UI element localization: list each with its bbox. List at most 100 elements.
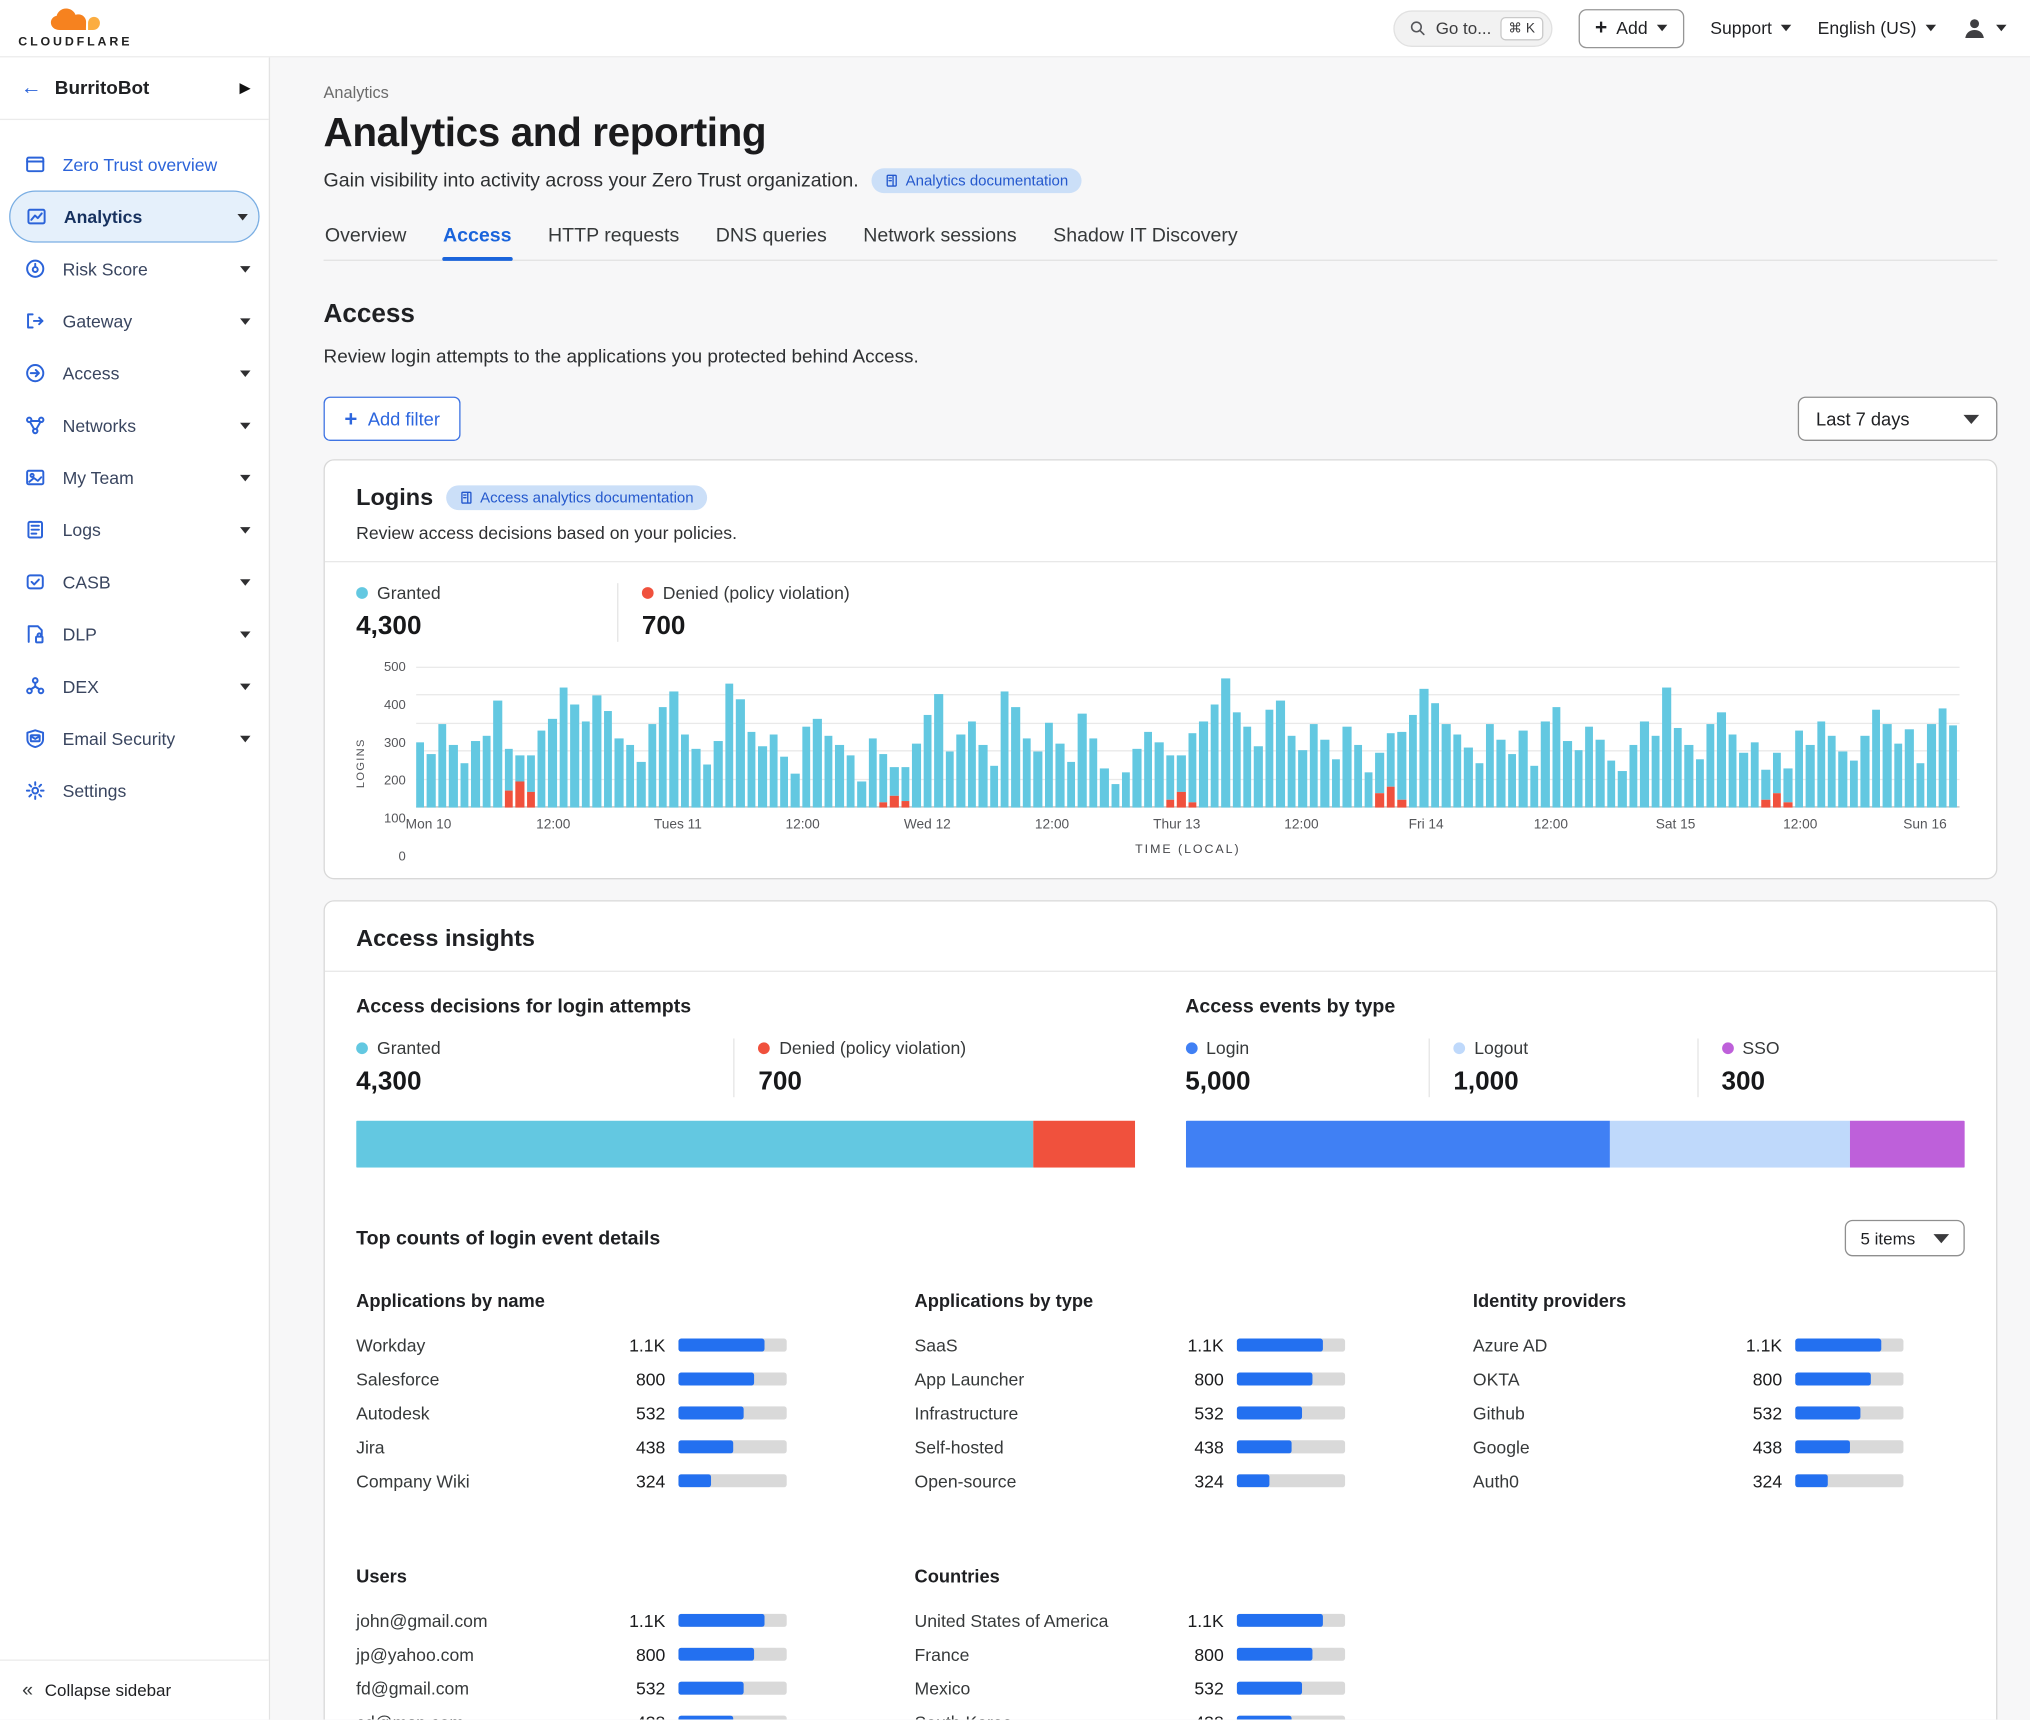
list-item[interactable]: cd@msn.com438 [356,1705,787,1719]
list-item[interactable]: France800 [915,1637,1346,1671]
language-menu[interactable]: English (US) [1818,18,1936,38]
login-bar [1354,668,1362,808]
granted-segment [1684,745,1692,808]
list-item[interactable]: Self-hosted438 [915,1430,1346,1464]
granted-segment [1519,731,1527,808]
tab-access[interactable]: Access [442,224,513,259]
list-item[interactable]: Github532 [1473,1396,1904,1430]
analytics-documentation-badge[interactable]: Analytics documentation [872,168,1082,193]
granted-segment [1618,771,1626,807]
tab-http-requests[interactable]: HTTP requests [547,224,681,259]
list-item[interactable]: Auth0324 [1473,1464,1904,1498]
sidebar-nav: Zero Trust overview AnalyticsRisk ScoreGa… [0,120,269,817]
login-bar [935,668,943,808]
granted-segment [957,735,965,808]
sidebar-item-analytics[interactable]: Analytics [9,190,259,242]
denied-segment [1188,802,1196,808]
document-icon [885,174,899,188]
breadcrumb[interactable]: Analytics [324,83,1998,101]
login-bar [1387,668,1395,808]
list-item[interactable]: South Korea438 [915,1705,1346,1719]
collapse-sidebar-button[interactable]: « Collapse sidebar [0,1659,269,1719]
list-item[interactable]: Google438 [1473,1430,1904,1464]
list-item[interactable]: United States of America1.1K [915,1603,1346,1637]
granted-segment [1949,725,1957,807]
main-content: Analytics Analytics and reporting Gain v… [270,57,2030,1719]
sidebar-item-my-team[interactable]: My Team [0,451,269,503]
sidebar-item-email-security[interactable]: Email Security [0,712,269,764]
add-filter-button[interactable]: + Add filter [324,397,461,441]
sidebar-item-dex[interactable]: DEX [0,660,269,712]
sidebar-item-label: Zero Trust overview [63,155,251,175]
granted-segment [1861,736,1869,807]
granted-segment [901,767,909,800]
list-item[interactable]: SaaS1.1K [915,1328,1346,1362]
sidebar-item-networks[interactable]: Networks [0,399,269,451]
list-item[interactable]: App Launcher800 [915,1362,1346,1396]
collapse-label: Collapse sidebar [45,1680,171,1700]
sidebar-item-label: Email Security [63,729,223,749]
item-label: Google [1473,1437,1738,1457]
granted-segment [780,757,788,807]
goto-search[interactable]: Go to... ⌘ K [1394,10,1552,47]
sidebar-item-logs[interactable]: Logs [0,504,269,556]
access-decisions-stacked-bar [356,1121,1136,1168]
support-menu[interactable]: Support [1710,18,1791,38]
login-bar [1585,668,1593,808]
list-item[interactable]: john@gmail.com1.1K [356,1603,787,1637]
list-item[interactable]: Workday1.1K [356,1328,787,1362]
x-tick-label: 12:00 [785,817,819,833]
list-item[interactable]: Azure AD1.1K [1473,1328,1904,1362]
tab-overview[interactable]: Overview [324,224,408,259]
bars-layer [416,668,1959,808]
list-item[interactable]: Company Wiki324 [356,1464,787,1498]
document-icon [459,491,473,505]
sidebar-item-label: DLP [63,624,223,644]
items-count-select[interactable]: 5 items [1845,1220,1965,1257]
login-bar [1508,668,1516,808]
item-label: Company Wiki [356,1471,621,1491]
tab-network-sessions[interactable]: Network sessions [862,224,1018,259]
sidebar-item-access[interactable]: Access [0,347,269,399]
back-arrow-icon[interactable]: ← [21,76,42,99]
stat-sso: SSO300 [1697,1038,1965,1097]
cloudflare-logo[interactable]: CLOUDFLARE [18,7,132,49]
sidebar-item-gateway[interactable]: Gateway [0,295,269,347]
granted-segment [659,707,667,807]
time-range-select[interactable]: Last 7 days [1798,397,1998,441]
list-item[interactable]: Mexico532 [915,1671,1346,1705]
list-item[interactable]: Infrastructure532 [915,1396,1346,1430]
granted-segment [824,736,832,807]
sidebar-item-zero-trust-overview[interactable]: Zero Trust overview [0,138,269,190]
list-item[interactable]: Salesforce800 [356,1362,787,1396]
login-bar [1519,668,1527,808]
user-menu[interactable] [1962,16,2006,41]
sidebar-item-settings[interactable]: Settings [0,765,269,817]
chevron-right-icon[interactable]: ▶ [239,80,250,97]
stat-value: 4,300 [356,612,580,642]
access-analytics-documentation-badge[interactable]: Access analytics documentation [446,485,706,510]
tab-dns-queries[interactable]: DNS queries [714,224,828,259]
item-bar-track [678,1648,786,1661]
legend-dot [758,1042,770,1054]
sidebar-item-risk-score[interactable]: Risk Score [0,243,269,295]
tab-shadow-it-discovery[interactable]: Shadow IT Discovery [1052,224,1239,259]
list-item[interactable]: jp@yahoo.com800 [356,1637,787,1671]
item-bar-fill [678,1716,732,1720]
list-item[interactable]: Autodesk532 [356,1396,787,1430]
sidebar-item-casb[interactable]: CASB [0,556,269,608]
list-item[interactable]: Jira438 [356,1430,787,1464]
list-item[interactable]: Open-source324 [915,1464,1346,1498]
list-item[interactable]: OKTA800 [1473,1362,1904,1396]
login-bar [946,668,954,808]
login-bar [1927,668,1935,808]
list-item[interactable]: fd@gmail.com532 [356,1671,787,1705]
chevron-down-icon [1657,25,1667,32]
stat-value: 700 [642,612,850,642]
add-button[interactable]: + Add [1578,8,1684,47]
x-tick-label: Mon 10 [406,817,452,833]
item-bar-fill [1795,1440,1849,1453]
granted-segment [560,688,568,808]
zero-trust-dashboard: CLOUDFLARE Go to... ⌘ K + Add Support En… [0,0,2030,1720]
sidebar-item-dlp[interactable]: DLP [0,608,269,660]
